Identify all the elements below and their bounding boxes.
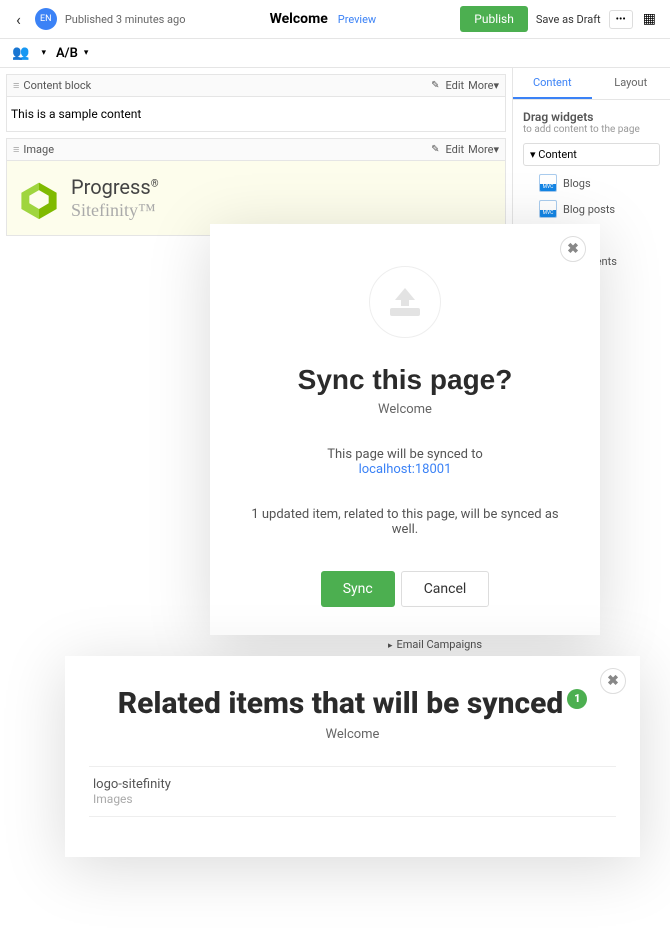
sitefinity-logo-icon [17,176,61,220]
dashboard-grid-icon[interactable]: ▦ [639,8,660,30]
mvc-icon [539,174,557,192]
category-email-campaigns[interactable]: Email Campaigns [388,636,482,653]
pencil-icon: ✎ [431,80,439,91]
more-action[interactable]: More [468,79,493,92]
save-draft-button[interactable]: Save as Draft [536,13,601,26]
content-block-body: This is a sample content [7,97,505,131]
content-block-widget[interactable]: ≡ Content block ✎ Edit More ▾ This is a … [6,74,506,132]
related-item-type: Images [93,792,612,806]
more-caret-icon[interactable]: ▾ [493,143,499,156]
related-item-row[interactable]: logo-sitefinity Images [89,766,616,817]
image-widget[interactable]: ≡ Image ✎ Edit More ▾ Progress® Sitefini… [6,138,506,236]
edit-action[interactable]: Edit [445,79,464,92]
more-actions-button[interactable]: ••• [609,10,633,29]
logo-text-sitefinity: Sitefinity™ [71,200,159,221]
ab-caret-icon[interactable]: ▾ [84,48,89,58]
publish-button[interactable]: Publish [460,6,528,32]
mvc-icon [539,200,557,218]
pencil-icon: ✎ [431,144,439,155]
audience-caret-icon[interactable]: ▾ [41,48,46,58]
sidebar-ghost: Email Campaigns [388,636,482,653]
more-action[interactable]: More [468,143,493,156]
close-icon[interactable]: ✖ [560,236,586,262]
sync-title: Sync this page? [238,364,572,396]
drag-heading: Drag widgets [523,110,660,124]
tab-layout[interactable]: Layout [592,68,670,99]
widget-item-blogs[interactable]: Blogs [523,170,660,196]
sync-description: This page will be synced to [238,447,572,462]
ab-test-button[interactable]: A/B [56,46,78,61]
sync-related-text: 1 updated item, related to this page, wi… [238,507,572,537]
sync-button[interactable]: Sync [321,571,395,607]
drag-handle-icon[interactable]: ≡ [13,143,19,156]
related-items-dialog: ✖ Related items that will be synced1 Wel… [65,656,640,857]
sync-dialog: ✖ Sync this page? Welcome This page will… [210,224,600,635]
drag-handle-icon[interactable]: ≡ [13,79,19,92]
cancel-button[interactable]: Cancel [401,571,490,607]
widget-title: Content block [23,79,91,92]
back-button[interactable]: ‹ [10,10,27,29]
drag-subheading: to add content to the page [523,124,660,135]
sync-host-link[interactable]: localhost:18001 [238,462,572,477]
count-badge: 1 [567,689,587,709]
widget-item-blog-posts[interactable]: Blog posts [523,196,660,222]
related-page-name: Welcome [89,727,616,742]
more-caret-icon[interactable]: ▾ [493,79,499,92]
logo-text-progress: Progress® [71,175,159,200]
widget-title: Image [23,143,54,156]
top-toolbar: ‹ EN Published 3 minutes ago Welcome Pre… [0,0,670,39]
publish-status: Published 3 minutes ago [65,13,186,26]
language-badge[interactable]: EN [35,8,57,30]
category-content[interactable]: ▾ Content [523,143,660,166]
related-item-name: logo-sitefinity [93,777,612,792]
tab-content[interactable]: Content [513,68,592,99]
sync-page-name: Welcome [238,402,572,417]
audience-icon[interactable]: 👥 [12,45,29,61]
preview-link[interactable]: Preview [338,13,376,26]
edit-action[interactable]: Edit [445,143,464,156]
upload-icon [369,266,441,338]
secondary-toolbar: 👥 ▾ A/B ▾ [0,39,670,68]
related-title: Related items that will be synced1 [89,686,616,721]
close-icon[interactable]: ✖ [600,668,626,694]
page-title: Welcome [270,11,328,27]
